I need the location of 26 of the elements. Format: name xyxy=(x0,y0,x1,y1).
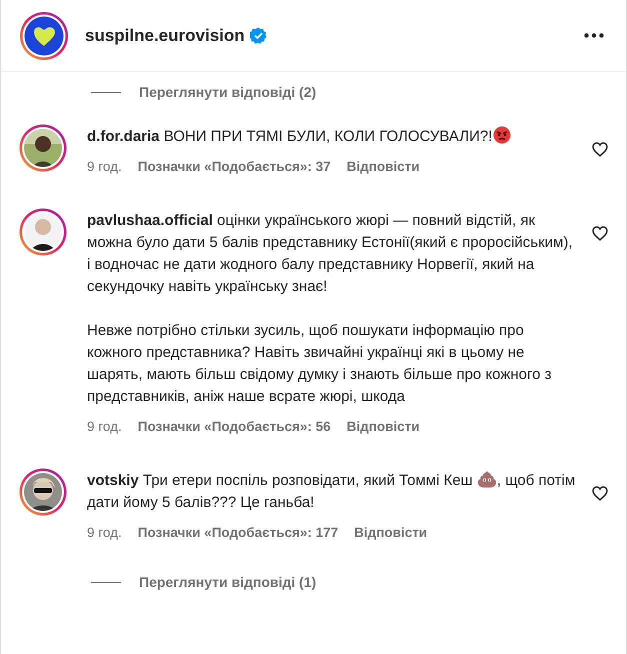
comment-text: Невже потрібно стільки зусиль, щоб пошукати інформацію про кожного представника? Навіть звичайні українці які в цьому не шарять, мають більш свідому думку і знають більше про кожного з представників, аніж наше всрате жюрі, шкода xyxy=(87,321,553,407)
reply-link[interactable]: Відповісти xyxy=(346,416,420,438)
likes-count: Позначки «Подобається»: 37 xyxy=(138,158,331,176)
comment-username[interactable]: votskiy xyxy=(87,472,139,489)
view-replies-link[interactable]: Переглянути відповіді (2) xyxy=(139,82,316,102)
view-replies-link[interactable]: Переглянути відповіді (1) xyxy=(139,572,316,592)
like-heart-icon[interactable] xyxy=(592,142,608,157)
reply-link[interactable]: Відповісти xyxy=(346,156,420,178)
comment-text: pavlushaa.official оцінки українського жюрі — повний відстій, як можна було дати 5 балів представнику Естонії(який є проросійським), і водночас не дати жодного балу представнику Норвегії, який на секундочку навіть українську знає! xyxy=(87,211,574,297)
angry-emoji-icon xyxy=(493,126,512,144)
likes-count: Позначки «Подобається»: 56 xyxy=(138,418,331,436)
reply-link[interactable]: Відповісти xyxy=(354,522,428,544)
likes-count: Позначки «Подобається»: 177 xyxy=(138,524,338,542)
comment-time: 9 год. xyxy=(87,524,122,542)
comment-username[interactable]: pavlushaa.official xyxy=(87,212,213,229)
like-heart-icon[interactable] xyxy=(592,486,608,501)
comment-time: 9 год. xyxy=(87,418,122,436)
poo-emoji-icon xyxy=(476,470,497,488)
comment-username[interactable]: d.for.daria xyxy=(87,128,160,145)
comment-text: votskiy Три етери поспіль розповідати, який Томмі Кеш , щоб потім дати йому 5 балів??? Це ганьба! xyxy=(87,469,576,513)
comment-time: 9 год. xyxy=(87,158,122,176)
account-username[interactable]: suspilne.eurovision xyxy=(85,22,245,48)
account-avatar[interactable] xyxy=(19,10,69,60)
comment-text: d.for.daria ВОНИ ПРИ ТЯМІ БУЛИ, КОЛИ ГОЛОСУВАЛИ?! xyxy=(87,124,577,148)
like-heart-icon[interactable] xyxy=(592,226,608,241)
more-options-icon[interactable] xyxy=(584,33,604,38)
